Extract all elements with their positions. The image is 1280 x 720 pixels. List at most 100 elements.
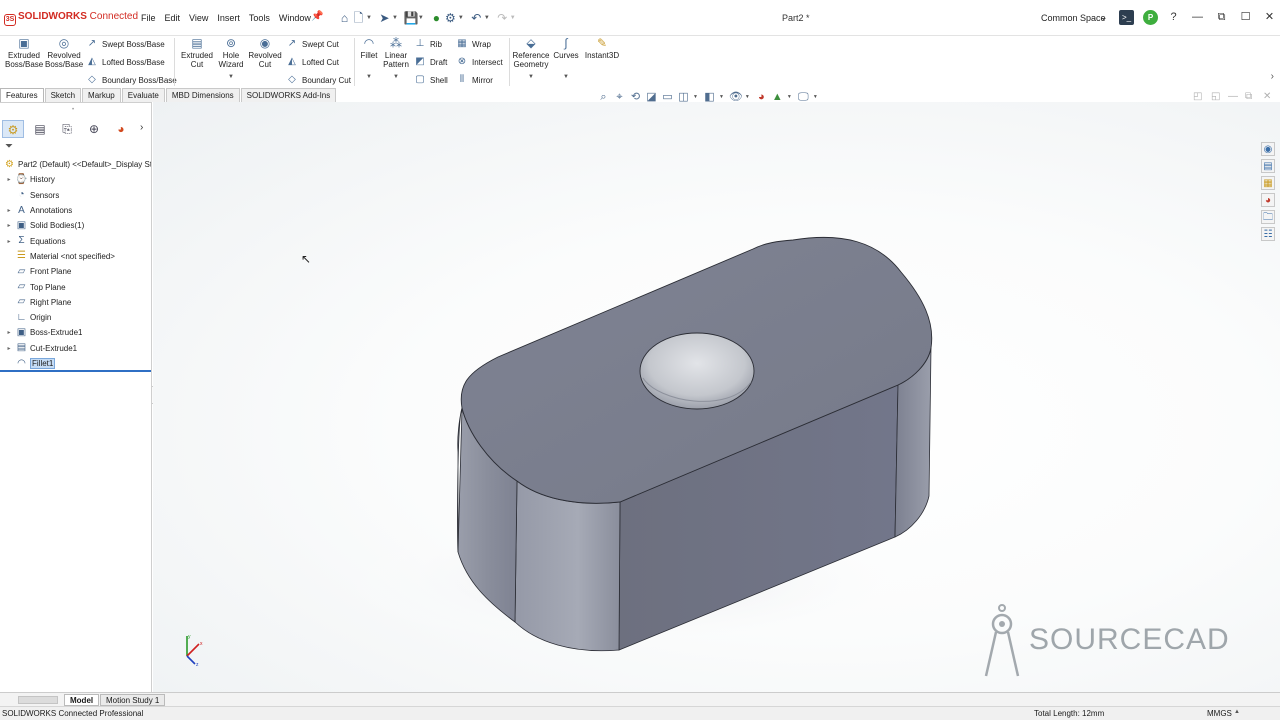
workspace-selector[interactable]: Common Space <box>1041 13 1106 23</box>
wrap-button[interactable]: ▦ Wrap <box>456 38 491 50</box>
status-units[interactable]: MMGS <box>1207 709 1232 718</box>
tab-sketch[interactable]: Sketch <box>44 88 82 102</box>
chevron-down-icon[interactable]: ▼ <box>693 94 698 100</box>
close-doc-icon[interactable]: ✕ <box>1263 91 1271 102</box>
draft-button[interactable]: ◩ Draft <box>414 56 447 68</box>
filter-icon[interactable]: ⏷ <box>5 141 13 152</box>
close-icon[interactable]: ✕ <box>1262 10 1277 25</box>
panel-drag-dots[interactable]: • <box>72 107 74 113</box>
restore-icon[interactable]: ⧉ <box>1214 10 1229 25</box>
chevron-down-icon[interactable]: ▼ <box>393 74 399 80</box>
open-icon[interactable]: ➤ <box>378 11 391 25</box>
revolved-cut-button[interactable]: ◉ Revolved Cut <box>247 36 283 69</box>
chevron-down-icon[interactable]: ▼ <box>787 94 792 100</box>
linear-pattern-button[interactable]: ⁂ Linear Pattern <box>381 36 411 69</box>
pin-menu-icon[interactable]: 📌 <box>311 11 323 22</box>
chevron-down-icon[interactable]: ▼ <box>813 94 818 100</box>
appearances-icon[interactable]: ◕ <box>1261 193 1275 207</box>
boundary-cut-button[interactable]: ◇ Boundary Cut <box>286 74 351 86</box>
menu-insert[interactable]: Insert <box>217 13 240 23</box>
expand-arrow-icon[interactable]: ▸ <box>3 329 15 336</box>
lofted-cut-button[interactable]: ◭ Lofted Cut <box>286 56 339 68</box>
restore-down-doc-icon[interactable]: ⧉ <box>1245 91 1252 102</box>
maximize-icon[interactable]: ☐ <box>1238 10 1253 25</box>
options-gear-icon[interactable]: ⚙ <box>444 11 457 25</box>
instant3d-button[interactable]: ✎ Instant3D <box>584 36 620 60</box>
chevron-down-icon[interactable]: ▼ <box>528 74 534 80</box>
undo-icon[interactable]: ↶ <box>470 11 483 25</box>
boundary-boss-button[interactable]: ◇ Boundary Boss/Base <box>86 74 177 86</box>
chevron-down-icon[interactable]: ▼ <box>228 74 234 80</box>
shell-button[interactable]: ▢ Shell <box>414 74 448 86</box>
tree-item-right-plane[interactable]: ▱ Right Plane <box>0 295 151 310</box>
tab-model[interactable]: Model <box>64 694 100 706</box>
solidworks-logo[interactable]: 3S SOLIDWORKS Connected <box>4 11 138 26</box>
expand-arrow-icon[interactable]: ▸ <box>3 222 15 229</box>
menu-file[interactable]: File <box>141 13 156 23</box>
reference-geometry-button[interactable]: ⬙ Reference Geometry <box>512 36 550 69</box>
tree-item-origin[interactable]: ∟ Origin <box>0 310 151 325</box>
expand-arrow-icon[interactable]: ▸ <box>3 207 15 214</box>
tree-item-boss-extrude1[interactable]: ▸ ▣ Boss-Extrude1 <box>0 325 151 340</box>
chevron-up-icon[interactable]: ▲ <box>1234 709 1240 715</box>
chevron-down-icon[interactable]: ▼ <box>510 15 516 21</box>
custom-properties-icon[interactable]: ☷ <box>1261 227 1275 241</box>
dimxpert-manager-tab-icon[interactable]: ⊕ <box>83 120 105 138</box>
hole-wizard-button[interactable]: ⊚ Hole Wizard <box>214 36 248 69</box>
tree-root-part[interactable]: ⚙ Part2 (Default) <<Default>_Display Sta <box>0 157 151 172</box>
expand-arrow-icon[interactable]: ▸ <box>3 345 15 352</box>
expand-arrow-icon[interactable]: ▸ <box>3 238 15 245</box>
tree-item-fillet1[interactable]: ◠ Fillet1 <box>0 356 151 371</box>
feature-manager-tab-icon[interactable]: ⚙ <box>2 120 24 138</box>
configuration-manager-tab-icon[interactable]: ⎘ <box>56 120 78 138</box>
lofted-boss-button[interactable]: ◭ Lofted Boss/Base <box>86 56 165 68</box>
revolved-boss-button[interactable]: ◎ Revolved Boss/Base <box>45 36 83 69</box>
graphics-area[interactable]: ↖ y x z SOURCECAD ◉ ▤ ▦ ◕ 🗀 ☷ <box>153 102 1280 692</box>
rib-button[interactable]: ⊥ Rib <box>414 38 442 50</box>
tree-item-equations[interactable]: ▸ Σ Equations <box>0 233 151 248</box>
menu-edit[interactable]: Edit <box>165 13 181 23</box>
minimize-icon[interactable]: — <box>1190 10 1205 25</box>
intersect-button[interactable]: ⊗ Intersect <box>456 56 503 68</box>
tree-item-annotations[interactable]: ▸ A Annotations <box>0 203 151 218</box>
tree-item-cut-extrude1[interactable]: ▸ ▤ Cut-Extrude1 <box>0 341 151 356</box>
swept-cut-button[interactable]: ↗ Swept Cut <box>286 38 339 50</box>
expand-toolbar-icon[interactable]: › <box>1271 71 1274 82</box>
mirror-button[interactable]: ⫴ Mirror <box>456 74 493 86</box>
minimize-doc-icon[interactable]: — <box>1228 91 1238 102</box>
swept-boss-button[interactable]: ↗ Swept Boss/Base <box>86 38 165 50</box>
chevron-down-icon[interactable]: ▼ <box>392 15 398 21</box>
tab-motion-study-1[interactable]: Motion Study 1 <box>100 694 166 706</box>
home-icon[interactable]: ⌂ <box>338 11 351 25</box>
chevron-down-icon[interactable]: ▼ <box>366 74 372 80</box>
tree-item-front-plane[interactable]: ▱ Front Plane <box>0 264 151 279</box>
traffic-light-icon[interactable]: ● <box>430 11 443 25</box>
tree-item-history[interactable]: ▸ ⌚ History <box>0 172 151 187</box>
menu-view[interactable]: View <box>189 13 208 23</box>
save-icon[interactable]: 💾 <box>404 11 419 25</box>
chevron-down-icon[interactable]: ▼ <box>366 15 372 21</box>
solidworks-resources-icon[interactable]: ◉ <box>1261 142 1275 156</box>
chevron-down-icon[interactable]: ⌄ <box>1100 12 1108 23</box>
command-prompt-icon[interactable]: >_ <box>1119 10 1134 25</box>
chevron-down-icon[interactable]: ▼ <box>418 15 424 21</box>
fillet-button[interactable]: ◠ Fillet <box>358 36 380 60</box>
avatar[interactable]: P <box>1143 10 1158 25</box>
tab-mbd-dimensions[interactable]: MBD Dimensions <box>165 88 240 102</box>
menu-window[interactable]: Window <box>279 13 311 23</box>
view-palette-icon[interactable]: 🗀 <box>1261 210 1275 224</box>
tab-evaluate[interactable]: Evaluate <box>121 88 165 102</box>
extruded-cut-button[interactable]: ▤ Extruded Cut <box>179 36 215 69</box>
tab-markup[interactable]: Markup <box>82 88 121 102</box>
more-tabs-arrow-icon[interactable]: › <box>140 122 143 133</box>
tab-features[interactable]: Features <box>0 88 44 102</box>
restore-doc-icon[interactable]: ◱ <box>1211 91 1220 102</box>
extruded-boss-button[interactable]: ▣ Extruded Boss/Base <box>5 36 43 69</box>
curves-button[interactable]: ∫ Curves <box>552 36 580 60</box>
tab-solidworks-add-ins[interactable]: SOLIDWORKS Add-Ins <box>240 88 337 102</box>
new-document-icon[interactable]: 🗋 <box>352 11 365 25</box>
tree-item-material[interactable]: ☰ Material <not specified> <box>0 249 151 264</box>
property-manager-tab-icon[interactable]: ▤ <box>29 120 51 138</box>
tile-window-icon[interactable]: ◰ <box>1193 91 1202 102</box>
tree-item-solid-bodies[interactable]: ▸ ▣ Solid Bodies(1) <box>0 218 151 233</box>
